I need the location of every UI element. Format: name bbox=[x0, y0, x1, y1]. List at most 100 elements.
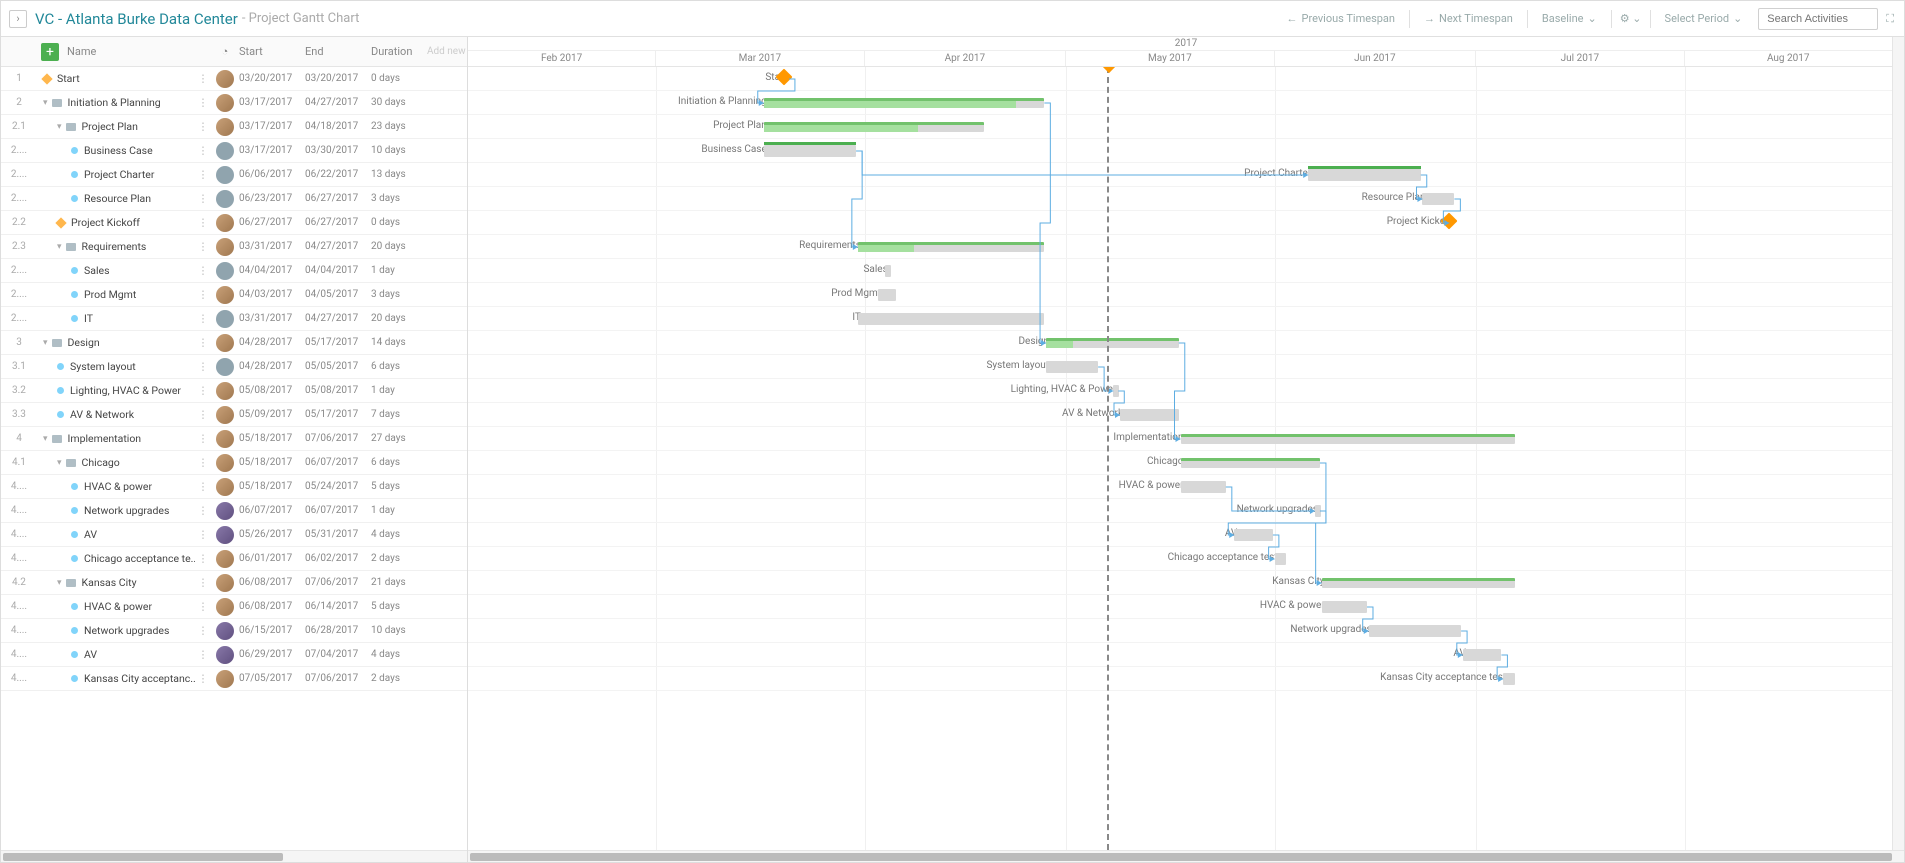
row-menu-icon[interactable]: ⋮ bbox=[195, 504, 211, 517]
collapse-icon[interactable]: ▾ bbox=[57, 578, 62, 588]
row-menu-icon[interactable]: ⋮ bbox=[195, 192, 211, 205]
row-menu-icon[interactable]: ⋮ bbox=[195, 624, 211, 637]
table-row[interactable]: 2.1▾Project Plan⋮03/17/201704/18/201723 … bbox=[1, 115, 467, 139]
avatar[interactable] bbox=[216, 142, 234, 160]
add-column[interactable]: Add new bbox=[427, 46, 467, 57]
task-name-cell[interactable]: HVAC & power bbox=[37, 480, 195, 493]
table-row[interactable]: 4.2▾Kansas City⋮06/08/201707/06/201721 d… bbox=[1, 571, 467, 595]
gantt-bar[interactable] bbox=[1422, 193, 1454, 205]
task-name-cell[interactable]: Sales bbox=[37, 264, 195, 277]
gantt-bar[interactable] bbox=[1315, 505, 1321, 517]
row-menu-icon[interactable]: ⋮ bbox=[195, 648, 211, 661]
avatar[interactable] bbox=[216, 622, 234, 640]
collapse-icon[interactable]: ▾ bbox=[57, 122, 62, 132]
gantt-bar[interactable] bbox=[858, 313, 1044, 325]
task-name-cell[interactable]: Project Charter bbox=[37, 168, 195, 181]
avatar[interactable] bbox=[216, 646, 234, 664]
next-timespan-button[interactable]: → Next Timespan bbox=[1414, 8, 1523, 29]
gantt-bar[interactable] bbox=[764, 98, 1045, 108]
row-menu-icon[interactable]: ⋮ bbox=[195, 240, 211, 253]
gantt-bar[interactable] bbox=[1322, 578, 1515, 588]
table-row[interactable]: 4....Chicago acceptance te..⋮06/01/20170… bbox=[1, 547, 467, 571]
table-row[interactable]: 3▾Design⋮04/28/201705/17/201714 days bbox=[1, 331, 467, 355]
gantt-bar[interactable] bbox=[858, 242, 1044, 252]
expand-panel-button[interactable]: › bbox=[9, 10, 27, 28]
add-task-button[interactable]: + bbox=[41, 43, 59, 61]
table-row[interactable]: 4....Network upgrades⋮06/07/201706/07/20… bbox=[1, 499, 467, 523]
avatar[interactable] bbox=[216, 502, 234, 520]
task-name-cell[interactable]: AV & Network bbox=[37, 408, 195, 421]
gantt-horizontal-scrollbar[interactable] bbox=[468, 850, 1904, 862]
row-menu-icon[interactable]: ⋮ bbox=[195, 360, 211, 373]
avatar[interactable] bbox=[216, 526, 234, 544]
avatar[interactable] bbox=[216, 286, 234, 304]
task-name-cell[interactable]: AV bbox=[37, 648, 195, 661]
avatar[interactable] bbox=[216, 430, 234, 448]
task-name-cell[interactable]: Network upgrades bbox=[37, 504, 195, 517]
table-row[interactable]: 3.3AV & Network⋮05/09/201705/17/20177 da… bbox=[1, 403, 467, 427]
row-menu-icon[interactable]: ⋮ bbox=[195, 384, 211, 397]
table-row[interactable]: 2....Prod Mgmt⋮04/03/201704/05/20173 day… bbox=[1, 283, 467, 307]
task-name-cell[interactable]: ▾Initiation & Planning bbox=[37, 96, 195, 109]
row-menu-icon[interactable]: ⋮ bbox=[195, 552, 211, 565]
gantt-bar[interactable] bbox=[1275, 553, 1287, 565]
avatar[interactable] bbox=[216, 214, 234, 232]
avatar[interactable] bbox=[216, 94, 234, 112]
table-row[interactable]: 4....Network upgrades⋮06/15/201706/28/20… bbox=[1, 619, 467, 643]
task-name-cell[interactable]: Prod Mgmt bbox=[37, 288, 195, 301]
table-row[interactable]: 4....AV⋮05/26/201705/31/20174 days bbox=[1, 523, 467, 547]
table-row[interactable]: 4....Kansas City acceptanc...⋮07/05/2017… bbox=[1, 667, 467, 691]
table-row[interactable]: 2....IT⋮03/31/201704/27/201720 days bbox=[1, 307, 467, 331]
avatar[interactable] bbox=[216, 70, 234, 88]
table-row[interactable]: 4....AV⋮06/29/201707/04/20174 days bbox=[1, 643, 467, 667]
table-row[interactable]: 2....Sales⋮04/04/201704/04/20171 day bbox=[1, 259, 467, 283]
table-row[interactable]: 2....Business Case⋮03/17/201703/30/20171… bbox=[1, 139, 467, 163]
avatar[interactable] bbox=[216, 166, 234, 184]
task-name-cell[interactable]: System layout bbox=[37, 360, 195, 373]
gantt-bar[interactable] bbox=[1308, 169, 1421, 181]
row-menu-icon[interactable]: ⋮ bbox=[195, 456, 211, 469]
task-name-cell[interactable]: ▾Implementation bbox=[37, 432, 195, 445]
row-menu-icon[interactable]: ⋮ bbox=[195, 144, 211, 157]
row-menu-icon[interactable]: ⋮ bbox=[195, 600, 211, 613]
collapse-icon[interactable]: ▾ bbox=[43, 98, 48, 108]
row-menu-icon[interactable]: ⋮ bbox=[195, 264, 211, 277]
table-row[interactable]: 3.2Lighting, HVAC & Power⋮05/08/201705/0… bbox=[1, 379, 467, 403]
gantt-bar[interactable] bbox=[1120, 409, 1179, 421]
gantt-bar[interactable] bbox=[1463, 649, 1502, 661]
task-name-cell[interactable]: ▾Chicago bbox=[37, 456, 195, 469]
row-menu-icon[interactable]: ⋮ bbox=[195, 480, 211, 493]
table-horizontal-scrollbar[interactable] bbox=[1, 850, 467, 862]
avatar[interactable] bbox=[216, 574, 234, 592]
row-menu-icon[interactable]: ⋮ bbox=[195, 672, 211, 685]
gantt-bar[interactable] bbox=[1503, 673, 1515, 685]
gantt-bar[interactable] bbox=[1113, 385, 1119, 397]
table-row[interactable]: 2....Project Charter⋮06/06/201706/22/201… bbox=[1, 163, 467, 187]
gear-icon[interactable]: ⚙ ⌄ bbox=[1616, 10, 1646, 27]
avatar[interactable] bbox=[216, 190, 234, 208]
avatar[interactable] bbox=[216, 478, 234, 496]
avatar[interactable] bbox=[216, 598, 234, 616]
task-name-cell[interactable]: ▾Kansas City bbox=[37, 576, 195, 589]
fullscreen-icon[interactable]: ⛶ bbox=[1884, 10, 1896, 28]
row-menu-icon[interactable]: ⋮ bbox=[195, 408, 211, 421]
gantt-vertical-scrollbar[interactable] bbox=[1892, 37, 1904, 850]
gantt-bar[interactable] bbox=[1369, 625, 1461, 637]
collapse-icon[interactable]: ▾ bbox=[57, 458, 62, 468]
task-name-cell[interactable]: Business Case bbox=[37, 144, 195, 157]
task-name-cell[interactable]: ▾Design bbox=[37, 336, 195, 349]
row-menu-icon[interactable]: ⋮ bbox=[195, 216, 211, 229]
table-row[interactable]: 1Start⋮03/20/201703/20/20170 days bbox=[1, 67, 467, 91]
gantt-bar[interactable] bbox=[1181, 481, 1226, 493]
task-name-cell[interactable]: Project Kickoff bbox=[37, 216, 195, 229]
avatar[interactable] bbox=[216, 406, 234, 424]
row-menu-icon[interactable]: ⋮ bbox=[195, 168, 211, 181]
collapse-icon[interactable]: ▾ bbox=[43, 434, 48, 444]
avatar[interactable] bbox=[216, 454, 234, 472]
table-row[interactable]: 4▾Implementation⋮05/18/201707/06/201727 … bbox=[1, 427, 467, 451]
table-row[interactable]: 2....Resource Plan⋮06/23/201706/27/20173… bbox=[1, 187, 467, 211]
task-name-cell[interactable]: Lighting, HVAC & Power bbox=[37, 384, 195, 397]
gantt-bar[interactable] bbox=[885, 265, 891, 277]
gantt-bar[interactable] bbox=[1046, 338, 1179, 348]
search-input[interactable] bbox=[1758, 8, 1878, 30]
